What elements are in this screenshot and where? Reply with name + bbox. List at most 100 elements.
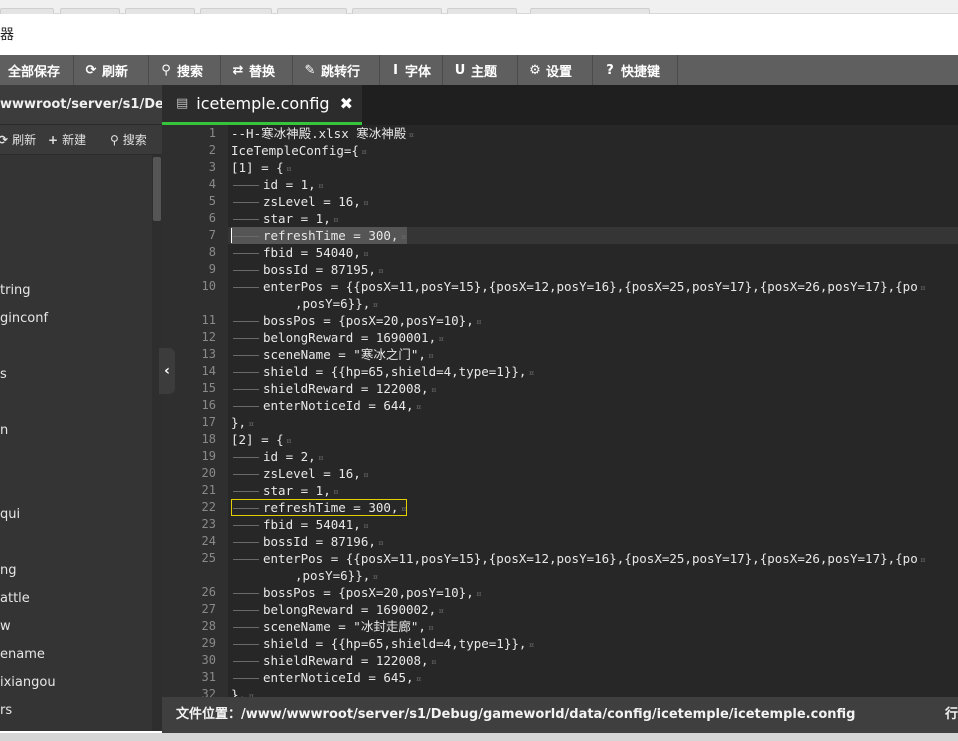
code-line[interactable]: shield = {{hp=65,shield=4,type=1}}, ¤ <box>231 363 534 380</box>
code-line[interactable]: fbid = 54040, ¤ <box>231 244 369 261</box>
replace-button[interactable]: ⇄ 替换 <box>221 55 293 85</box>
goto-line-button[interactable]: ✎ 跳转行 <box>293 55 380 85</box>
code-area[interactable]: --H-寒冰神殿.xlsx 寒冰神殿 ¤ IceTempleConfig={¤ [1]… <box>228 125 958 697</box>
line-number: 16 <box>201 398 216 412</box>
line-number: 22 <box>201 500 216 514</box>
file-tree-item[interactable]: tring <box>0 281 31 301</box>
window-title-bar: 器 <box>0 14 958 55</box>
sidebar-new-button[interactable]: + 新建 <box>48 131 86 148</box>
line-number: 19 <box>201 449 216 463</box>
file-tree-item[interactable]: ng <box>0 561 17 581</box>
close-icon[interactable]: ✖ <box>340 94 353 113</box>
code-text: enterPos = {{posX=11,posY=15},{posX=12,p… <box>263 551 918 566</box>
code-editor[interactable]: 1 2 3 4 5 6 7 8 9 10 11 12 13 14 15 16 17 18 19 20 21 22 23 24 2… <box>162 125 958 697</box>
code-line[interactable]: --H-寒冰神殿.xlsx 寒冰神殿 ¤ <box>231 125 414 142</box>
code-line[interactable]: fbid = 54041, ¤ <box>231 516 369 533</box>
code-line[interactable]: belongReward = 1690002, ¤ <box>231 601 444 618</box>
code-line[interactable]: sceneName = "寒冰之门", ¤ <box>231 346 434 363</box>
code-line[interactable]: ,posY=6}}, ¤ <box>231 295 378 312</box>
sidebar-search-button[interactable]: ⚲ 搜索 <box>110 131 147 148</box>
eol-marker: ¤ <box>919 283 926 294</box>
file-sidebar: wwwroot/server/s1/Debu... ⟳刷新 +新建 ⚲搜索 trin… <box>0 85 162 731</box>
code-line[interactable]: zsLevel = 16, ¤ <box>231 193 369 210</box>
code-line[interactable]: shield = {{hp=65,shield=4,type=1}}, ¤ <box>231 635 534 652</box>
file-tree-item[interactable]: ginconf <box>0 309 48 329</box>
eol-marker: ¤ <box>362 198 369 209</box>
eol-marker: ¤ <box>430 385 437 396</box>
file-tree-item[interactable]: rs <box>0 701 12 721</box>
sidebar-path[interactable]: wwwroot/server/s1/Debu... <box>0 85 162 125</box>
file-tree-item[interactable]: ename <box>0 645 45 665</box>
eol-marker: ¤ <box>415 402 422 413</box>
code-text: bossPos = {posX=20,posY=10}, <box>263 585 474 600</box>
toolbar-label: 替换 <box>249 64 276 80</box>
indent-guide <box>231 448 263 465</box>
line-number: 6 <box>208 211 216 225</box>
code-line[interactable]: enterNoticeId = 644, ¤ <box>231 397 422 414</box>
sidebar-action-label: 新建 <box>62 133 87 147</box>
refresh-button[interactable]: ⟳ 刷新 <box>74 55 149 85</box>
code-line[interactable]: ,posY=6}}, ¤ <box>231 567 378 584</box>
code-text: shieldReward = 122008, <box>263 653 429 668</box>
file-tree-item[interactable]: s <box>0 365 7 385</box>
code-line[interactable]: }, ¤ <box>231 414 254 431</box>
indent-guide <box>231 482 263 499</box>
code-text: --H-寒冰神殿.xlsx 寒冰神殿 <box>231 126 407 141</box>
shortcuts-button[interactable]: ? 快捷键 <box>593 55 678 85</box>
code-line[interactable]: bossId = 87196, ¤ <box>231 533 384 550</box>
code-line[interactable]: refreshTime = 300, ¤ <box>231 227 407 244</box>
code-line[interactable]: sceneName = "冰封走廊", ¤ <box>231 618 434 635</box>
code-line[interactable]: }, ¤ <box>231 686 254 697</box>
code-line[interactable]: star = 1, ¤ <box>231 482 339 499</box>
code-text: enterNoticeId = 645, <box>263 670 414 685</box>
toolbar-label: 字体 <box>404 64 431 80</box>
file-tree-item[interactable]: qui <box>0 505 20 525</box>
code-line[interactable]: enterNoticeId = 645, ¤ <box>231 669 422 686</box>
sidebar-refresh-button[interactable]: ⟳ 刷新 <box>0 131 36 148</box>
code-text: enterPos = {{posX=11,posY=15},{posX=12,p… <box>263 279 918 294</box>
file-tree-item[interactable]: attle <box>0 589 30 609</box>
sidebar-scrollbar[interactable] <box>152 155 162 731</box>
eol-marker: ¤ <box>377 538 384 549</box>
save-all-button[interactable]: 全部保存 <box>0 55 74 85</box>
code-line[interactable]: belongReward = 1690001, ¤ <box>231 329 444 346</box>
line-number: 8 <box>208 245 216 259</box>
refresh-icon: ⟳ <box>0 132 9 147</box>
file-tree-item[interactable]: n <box>0 421 8 441</box>
code-line[interactable]: bossPos = {posX=20,posY=10}, ¤ <box>231 584 482 601</box>
sidebar-actions: ⟳ 刷新 + 新建 ⚲ 搜索 <box>0 125 162 155</box>
eol-marker: ¤ <box>528 368 535 379</box>
settings-button[interactable]: ⚙ 设置 <box>518 55 593 85</box>
line-number-gutter: 1 2 3 4 5 6 7 8 9 10 11 12 13 14 15 16 17 18 19 20 21 22 23 24 2… <box>162 125 228 697</box>
line-number: 27 <box>201 602 216 616</box>
code-line[interactable]: id = 2, ¤ <box>231 448 324 465</box>
tab-icetemple-config[interactable]: ▤ icetemple.config ✖ <box>162 85 362 125</box>
code-line[interactable]: shieldReward = 122008, ¤ <box>231 380 437 397</box>
help-icon: ? <box>606 62 614 78</box>
file-tree-item[interactable]: ixiangou <box>0 673 56 693</box>
indent-guide <box>231 533 263 550</box>
line-number: 11 <box>201 313 216 327</box>
code-line[interactable]: [1] = {¤ <box>231 159 292 176</box>
code-line[interactable]: bossPos = {posX=20,posY=10}, ¤ <box>231 312 482 329</box>
code-text: fbid = 54040, <box>263 245 361 260</box>
line-number: 1 <box>208 126 216 140</box>
code-line[interactable]: enterPos = {{posX=11,posY=15},{posX=12,p… <box>231 550 926 567</box>
sidebar-scrollbar-thumb[interactable] <box>153 157 161 221</box>
code-line[interactable]: enterPos = {{posX=11,posY=15},{posX=12,p… <box>231 278 926 295</box>
code-line[interactable]: IceTempleConfig={¤ <box>231 142 367 159</box>
file-tree-item[interactable]: w <box>0 617 11 637</box>
code-line[interactable]: [2] = {¤ <box>231 431 292 448</box>
file-icon: ▤ <box>176 96 189 111</box>
code-line[interactable]: id = 1, ¤ <box>231 176 324 193</box>
font-button[interactable]: I 字体 <box>380 55 443 85</box>
browser-tab-strip <box>0 0 958 14</box>
theme-button[interactable]: U 主题 <box>443 55 518 85</box>
code-line[interactable]: star = 1, ¤ <box>231 210 339 227</box>
line-number: 30 <box>201 653 216 667</box>
code-line[interactable]: zsLevel = 16, ¤ <box>231 465 369 482</box>
code-line[interactable]: shieldReward = 122008, ¤ <box>231 652 437 669</box>
search-button[interactable]: ⚲ 搜索 <box>149 55 221 85</box>
code-line[interactable]: bossId = 87195, ¤ <box>231 261 384 278</box>
collapse-sidebar-button[interactable]: ‹ <box>159 348 175 394</box>
